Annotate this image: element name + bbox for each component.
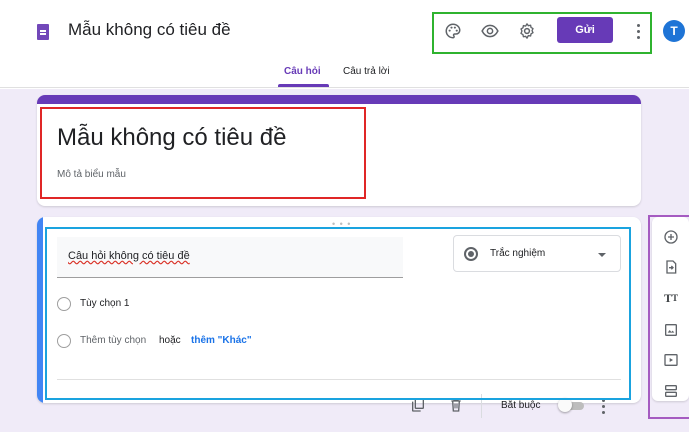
title-highlight <box>40 107 366 199</box>
required-toggle-knob[interactable] <box>558 398 572 412</box>
title-card-accent <box>37 95 641 104</box>
tab-responses[interactable]: Câu trả lời <box>343 66 390 77</box>
tab-questions[interactable]: Câu hỏi <box>284 66 321 77</box>
forms-logo-icon[interactable] <box>37 24 49 40</box>
question-highlight <box>45 227 631 400</box>
toolbar-highlight <box>432 12 652 54</box>
active-tab-indicator <box>278 84 329 87</box>
avatar[interactable]: T <box>663 20 685 42</box>
question-card-accent <box>37 217 43 403</box>
document-title[interactable]: Mẫu không có tiêu đề <box>68 20 231 40</box>
required-label: Bắt buộc <box>501 400 541 411</box>
toolbar-side-highlight <box>648 215 689 419</box>
